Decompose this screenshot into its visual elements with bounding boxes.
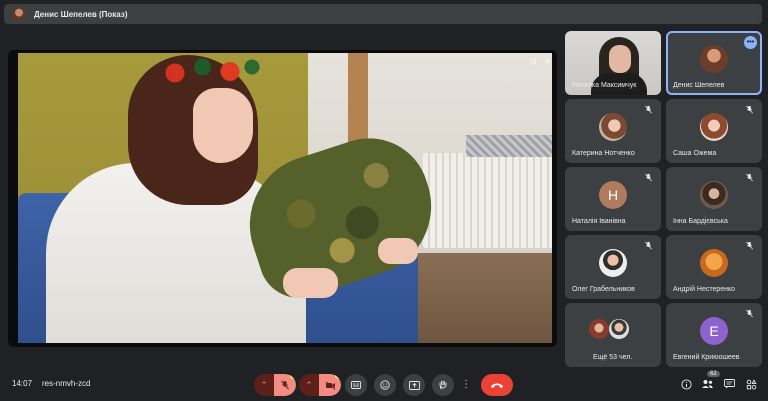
- emoji-icon: [380, 380, 390, 390]
- participant-avatar: [700, 249, 728, 277]
- info-icon: [680, 378, 692, 390]
- more-vert-icon: ⋮: [461, 379, 471, 390]
- more-options-button[interactable]: ⋮: [459, 374, 473, 396]
- mic-control-group: ⌃ !: [254, 374, 296, 396]
- participant-avatar: [599, 113, 627, 141]
- meeting-code: res-nmvh-zcd: [42, 379, 91, 388]
- video-flower-wreath: [153, 55, 263, 85]
- participant-name: Саша Ожема: [673, 150, 717, 157]
- participant-tile-3[interactable]: Катерина Нотченко: [565, 99, 661, 163]
- group-avatar-2: [608, 319, 629, 339]
- chat-button[interactable]: [722, 377, 736, 391]
- participant-name: Олег Грабельников: [572, 286, 635, 293]
- people-icon: [701, 380, 713, 388]
- camera-control-group: ⌃ !: [299, 374, 341, 396]
- pip-icon[interactable]: ⊡: [530, 57, 537, 66]
- presenter-avatar: [12, 7, 26, 21]
- captions-icon: [351, 381, 361, 389]
- mic-off-icon: [281, 380, 289, 390]
- participant-name: Андрій Нестеренко: [673, 286, 736, 293]
- mic-off-icon: [746, 105, 753, 114]
- participant-letter-avatar: H: [599, 181, 627, 209]
- participant-avatar: [700, 45, 728, 73]
- participant-tile-8[interactable]: Андрій Нестеренко: [666, 235, 762, 299]
- participant-avatar: [700, 113, 728, 141]
- participant-name: Катерина Нотченко: [572, 150, 635, 157]
- participant-name: Евгений Криюошеев: [673, 354, 740, 361]
- participant-tile-6[interactable]: Інна Бардієвська: [666, 167, 762, 231]
- bottom-control-bar: 14:07 res-nmvh-zcd ⌃ ! ⌃ ! ⋮ 62: [0, 367, 768, 401]
- participant-tile-10[interactable]: E Евгений Криюошеев: [666, 303, 762, 367]
- meeting-time: 14:07: [12, 379, 33, 388]
- mic-toggle-button[interactable]: !: [274, 374, 296, 396]
- raise-hand-button[interactable]: [432, 374, 454, 396]
- participant-name: Інна Бардієвська: [673, 218, 728, 225]
- present-screen-button[interactable]: [403, 374, 425, 396]
- group-avatar-1: [589, 319, 610, 339]
- mic-off-icon: [746, 309, 753, 318]
- video-person-face: [193, 88, 253, 163]
- participant-avatar: [700, 181, 728, 209]
- participant-tile-4[interactable]: Саша Ожема: [666, 99, 762, 163]
- camera-warning-badge: !: [334, 374, 341, 379]
- people-button[interactable]: [700, 377, 714, 391]
- participant-avatar: [599, 249, 627, 277]
- presenter-title: Денис Шепелев (Показ): [34, 9, 128, 19]
- video-radiator: [423, 153, 552, 248]
- video-hand-right: [378, 238, 418, 264]
- close-video-icon[interactable]: ✕: [544, 57, 551, 66]
- more-participants-label: Ещё 53 чел.: [593, 354, 633, 361]
- more-options-icon[interactable]: •••: [744, 36, 757, 49]
- presenter-bar: Денис Шепелев (Показ): [4, 4, 762, 24]
- raise-hand-icon: [439, 380, 447, 390]
- mic-warning-badge: !: [289, 374, 296, 379]
- mic-off-icon: [645, 241, 652, 250]
- participant-name: Наталка Максимчук: [572, 82, 637, 89]
- mic-options-chevron-icon[interactable]: ⌃: [254, 374, 274, 396]
- captions-button[interactable]: [345, 374, 367, 396]
- mic-off-icon: [746, 241, 753, 250]
- participant-tile-more[interactable]: Ещё 53 чел.: [565, 303, 661, 367]
- video-hand-left: [283, 268, 338, 298]
- participant-tile-1[interactable]: Наталка Максимчук: [565, 31, 661, 95]
- camera-toggle-button[interactable]: !: [319, 374, 341, 396]
- presentation-stage: ⊡ ✕: [8, 50, 557, 347]
- reactions-button[interactable]: [374, 374, 396, 396]
- end-call-button[interactable]: [481, 374, 513, 396]
- camera-options-chevron-icon[interactable]: ⌃: [299, 374, 319, 396]
- meeting-info-button[interactable]: [679, 377, 693, 391]
- participant-name: Наталія Іванівна: [572, 218, 626, 225]
- chat-icon: [723, 379, 735, 389]
- activities-button[interactable]: [744, 377, 758, 391]
- participant-name: Денис Шепелев: [673, 82, 725, 89]
- participant-letter-avatar: E: [700, 317, 728, 345]
- participant-tile-7[interactable]: Олег Грабельников: [565, 235, 661, 299]
- activities-icon: [746, 378, 757, 389]
- present-screen-icon: [408, 380, 420, 390]
- shared-video[interactable]: ⊡ ✕: [18, 53, 552, 343]
- mic-off-icon: [645, 105, 652, 114]
- participant-tile-2[interactable]: ••• Денис Шепелев: [666, 31, 762, 95]
- camera-off-icon: [325, 381, 335, 390]
- mic-off-icon: [645, 173, 652, 182]
- participant-tile-5[interactable]: H Наталія Іванівна: [565, 167, 661, 231]
- hang-up-icon: [491, 383, 503, 388]
- video-foil: [466, 135, 552, 157]
- mic-off-icon: [746, 173, 753, 182]
